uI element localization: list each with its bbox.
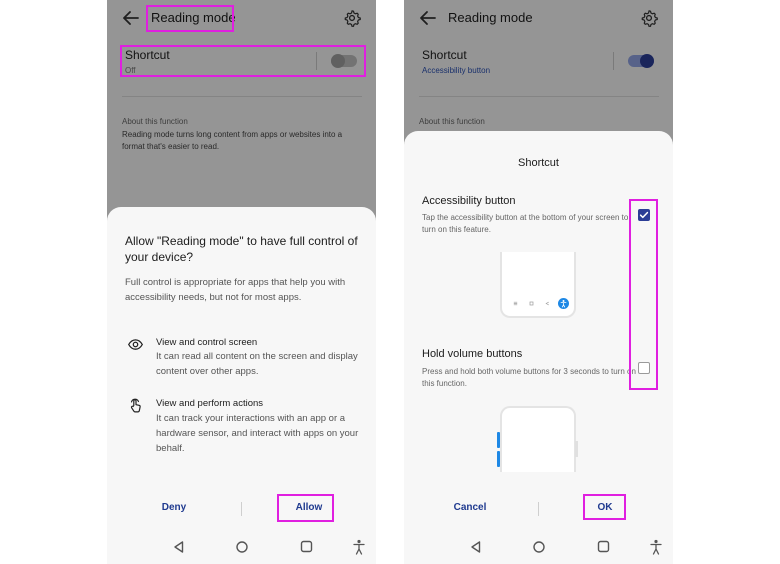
home-circle-icon[interactable]: [235, 540, 249, 554]
home-circle-icon[interactable]: [532, 540, 546, 554]
option-description: Press and hold both volume buttons for 3…: [422, 367, 636, 388]
button-divider: [241, 502, 242, 516]
mini-recents-icon: [513, 301, 518, 306]
permission-heading: View and perform actions: [156, 398, 264, 409]
ok-button[interactable]: OK: [584, 502, 626, 513]
checkmark-icon: [639, 211, 649, 219]
dialog-description: Full control is appropriate for apps tha…: [125, 277, 346, 303]
volume-buttons-illustration: [497, 406, 578, 472]
system-nav-bar: [107, 531, 376, 564]
option-description: Tap the accessibility button at the bott…: [422, 213, 629, 234]
volume-down-key-icon: [497, 451, 500, 467]
recents-square-icon[interactable]: [300, 540, 313, 553]
accessibility-button-checkbox[interactable]: [638, 209, 650, 221]
option-label[interactable]: Hold volume buttons: [422, 348, 522, 360]
right-phone-screen: Reading mode Shortcut Accessibility butt…: [404, 0, 673, 564]
shortcut-dialog: Shortcut Accessibility button Tap the ac…: [404, 131, 673, 537]
volume-up-key-icon: [497, 432, 500, 448]
dialog-title: Shortcut: [518, 157, 559, 169]
allow-button[interactable]: Allow: [282, 502, 336, 513]
eye-icon: [127, 339, 144, 350]
button-divider: [538, 502, 539, 516]
deny-button[interactable]: Deny: [147, 502, 201, 513]
recents-square-icon[interactable]: [597, 540, 610, 553]
permission-dialog: Allow "Reading mode" to have full contro…: [107, 207, 376, 537]
permission-heading: View and control screen: [156, 337, 258, 348]
accessibility-button-illustration: [500, 252, 576, 318]
left-phone-screen: Reading mode Shortcut Off About this fun…: [107, 0, 376, 564]
cancel-button[interactable]: Cancel: [443, 502, 497, 513]
option-label[interactable]: Accessibility button: [422, 195, 516, 207]
mini-home-icon: [529, 301, 534, 306]
accessibility-person-icon[interactable]: [352, 539, 366, 555]
mini-back-icon: [545, 301, 549, 306]
system-nav-bar: [404, 531, 673, 564]
hold-volume-checkbox[interactable]: [638, 362, 650, 374]
accessibility-person-icon[interactable]: [649, 539, 663, 555]
permission-text: It can track your interactions with an a…: [156, 413, 359, 454]
permission-text: It can read all content on the screen an…: [156, 351, 358, 377]
accessibility-dot-icon: [558, 298, 569, 309]
touch-hand-icon: [130, 398, 141, 413]
power-key-icon: [575, 441, 578, 457]
dialog-title: Allow "Reading mode" to have full contro…: [125, 234, 358, 264]
back-triangle-icon[interactable]: [469, 540, 483, 554]
back-triangle-icon[interactable]: [172, 540, 186, 554]
